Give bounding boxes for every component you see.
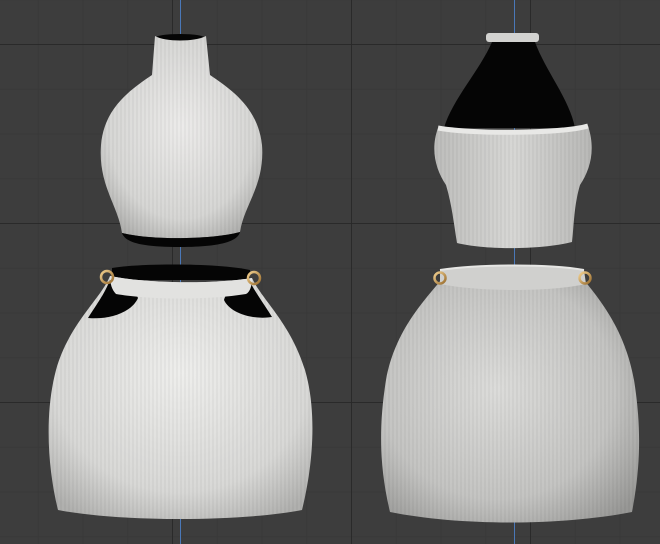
skirt-front-waist-interior [112,264,250,280]
halter-top-front[interactable] [100,34,263,247]
skirt-back[interactable] [381,264,640,523]
skirt-back-waistband [440,265,586,290]
3d-viewport[interactable] [0,0,660,544]
back-neck-interior [444,42,575,128]
back-neck-band [486,33,539,42]
halter-top-back[interactable] [434,33,592,249]
scene-canvas[interactable] [0,0,660,544]
skirt-front[interactable] [48,264,313,519]
